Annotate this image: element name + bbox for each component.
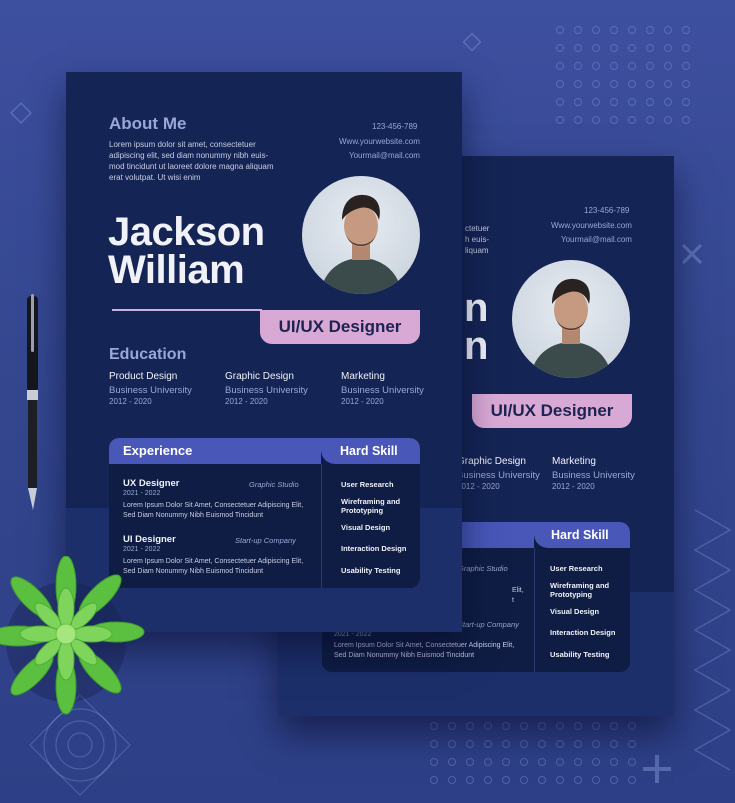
divider-line — [112, 309, 262, 311]
education-field: Marketing — [552, 456, 596, 467]
about-title: About Me — [109, 114, 187, 133]
education-years: 2012 - 2020 — [109, 397, 152, 406]
education-field: Marketing — [341, 371, 385, 382]
profile-photo — [302, 176, 420, 294]
job-description: Elit, — [512, 587, 524, 594]
about-text: Lorem ipsum dolor sit amet, consectetuer — [109, 140, 256, 149]
hard-skill-header: Hard Skill — [321, 438, 420, 464]
job-title: UI Designer — [123, 534, 176, 545]
education-field: Product Design — [109, 371, 178, 382]
education-years: 2012 - 2020 — [457, 482, 500, 491]
skill-item: Interaction Design — [341, 544, 407, 553]
skill-item: Wireframing and Prototyping — [550, 581, 610, 599]
job-description: t — [512, 597, 514, 604]
job-description: Lorem Ipsum Dolor Sit Amet, Consectetuer… — [123, 558, 304, 565]
contact-phone: 123-456-789 — [584, 206, 630, 215]
company-name: Start-up Company — [458, 620, 519, 629]
education-years: 2012 - 2020 — [552, 482, 595, 491]
education-school: Business University — [225, 385, 308, 396]
cross-decoration — [681, 243, 703, 265]
experience-header: Experience — [109, 438, 321, 464]
contact-website: Www.yourwebsite.com — [551, 221, 632, 230]
dot-pattern-bottom — [430, 722, 636, 784]
resume-sheet-front: About Me Lorem ipsum dolor sit amet, con… — [66, 72, 462, 632]
skill-item: User Research — [550, 564, 603, 573]
job-description: Lorem Ipsum Dolor Sit Amet, Consectetuer… — [334, 642, 515, 649]
education-title: Education — [109, 346, 187, 363]
job-description: Lorem Ipsum Dolor Sit Amet, Consectetuer… — [123, 502, 304, 509]
experience-card: Experience Hard Skill UX Designer Graphi… — [109, 438, 420, 588]
skill-item: User Research — [341, 480, 394, 489]
about-fragment: liquam — [465, 246, 489, 255]
education-field: Graphic Design — [457, 456, 526, 467]
company-name: Graphic Studio — [458, 564, 508, 573]
about-fragment: h euis- — [465, 235, 490, 244]
company-name: Graphic Studio — [249, 480, 299, 489]
role-badge: UI/UX Designer — [472, 394, 632, 428]
about-text: adipiscing elit, sed diam nonummy nibh e… — [109, 151, 269, 160]
company-name: Start-up Company — [235, 536, 296, 545]
skill-item: Usability Testing — [341, 566, 401, 575]
about-text: mod tincidunt ut laoreet dolore magna al… — [109, 162, 274, 171]
diamond-decoration — [462, 32, 482, 52]
name-fragment: n — [464, 324, 489, 368]
education-years: 2012 - 2020 — [225, 397, 268, 406]
skill-item: Wireframing and Prototyping — [341, 497, 401, 515]
job-description: Sed Diam Nonummy Nibh Euismod Tincidunt — [334, 652, 475, 659]
education-school: Business University — [109, 385, 192, 396]
pen-icon — [27, 294, 38, 510]
contact-phone: 123-456-789 — [372, 122, 418, 131]
education-school: Business University — [552, 470, 635, 481]
last-name: William — [108, 248, 245, 292]
job-years: 2021 - 2022 — [123, 490, 161, 497]
job-title: UX Designer — [123, 478, 180, 489]
contact-email: Yourmail@mail.com — [561, 235, 632, 244]
about-fragment: ctetuer — [465, 224, 490, 233]
dot-pattern-top-right — [556, 26, 690, 124]
plus-decoration — [643, 755, 671, 783]
skill-item: Interaction Design — [550, 628, 616, 637]
skill-item: Usability Testing — [550, 650, 610, 659]
job-description: Sed Diam Nonummy Nibh Euismod Tincidunt — [123, 512, 264, 519]
zigzag-decoration — [693, 509, 732, 771]
diamond-decoration — [10, 102, 32, 124]
job-years: 2021 - 2022 — [123, 546, 161, 553]
about-text: erat volutpat. Ut wisi enim — [109, 173, 201, 182]
succulent-plant-icon — [0, 556, 145, 715]
skill-item: Visual Design — [550, 607, 600, 616]
education-school: Business University — [457, 470, 540, 481]
education-field: Graphic Design — [225, 371, 294, 382]
role-badge: UI/UX Designer — [260, 310, 420, 344]
education-school: Business University — [341, 385, 424, 396]
contact-email: Yourmail@mail.com — [349, 151, 420, 160]
profile-photo — [512, 260, 630, 378]
skills-divider — [534, 548, 535, 672]
skill-item: Visual Design — [341, 523, 391, 532]
skills-divider — [321, 464, 322, 588]
contact-website: Www.yourwebsite.com — [339, 137, 420, 146]
education-years: 2012 - 2020 — [341, 397, 384, 406]
hard-skill-header: Hard Skill — [534, 522, 630, 548]
